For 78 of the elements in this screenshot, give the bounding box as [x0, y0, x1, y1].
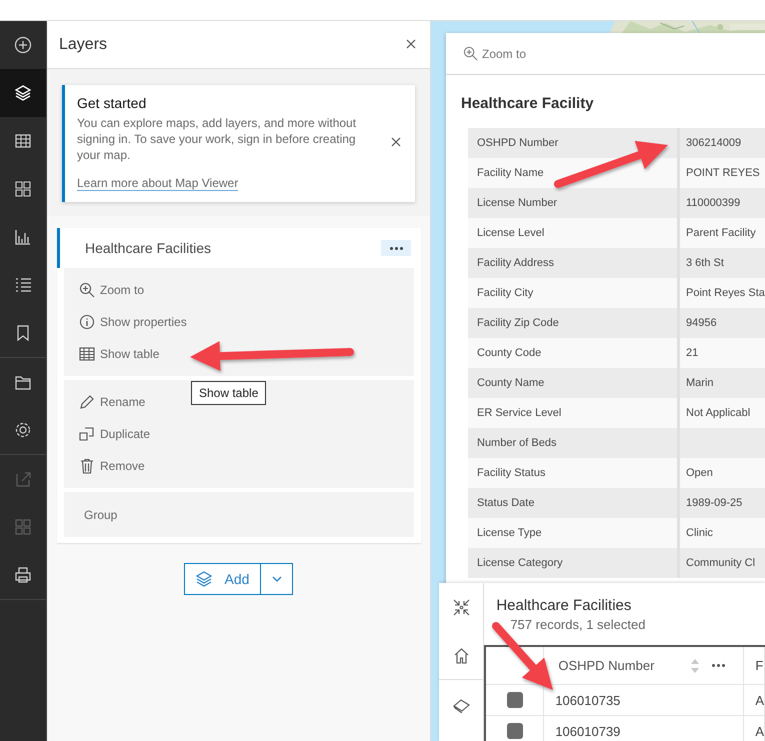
column-header: F	[755, 658, 764, 673]
field-name: License Number	[477, 197, 558, 209]
table-cell: 106010739	[544, 716, 744, 741]
field-value: Marin	[686, 377, 714, 389]
collapse-icon	[452, 598, 470, 616]
menu-item[interactable]: Group	[64, 498, 414, 531]
popup-title: Healthcare Facility	[460, 94, 595, 114]
zoom-in-icon	[79, 282, 95, 298]
layer-name: Healthcare Facilities	[85, 240, 212, 256]
zoom-to-button[interactable]: Zoom to	[463, 46, 526, 61]
menu-item[interactable]: Show table	[64, 338, 414, 370]
field-name: ER Service Level	[477, 407, 562, 419]
tooltip: Show table	[191, 381, 266, 405]
options-button[interactable]	[381, 240, 411, 256]
table-icon	[79, 346, 95, 362]
bar-chart-icon	[14, 228, 32, 246]
field-name: Facility Zip Code	[477, 317, 559, 329]
home-icon	[452, 646, 470, 664]
trash-icon	[79, 458, 95, 474]
grid-icon	[14, 518, 32, 536]
panel-title: Layers	[59, 36, 108, 54]
grid-icon	[14, 180, 32, 198]
sort-icon	[690, 658, 700, 674]
table-icon	[14, 132, 32, 150]
notice-title: Get started	[77, 95, 148, 111]
column-header: OSHPD Number	[558, 658, 654, 673]
collapse-button[interactable]	[439, 583, 484, 631]
chevron-down-icon	[272, 575, 282, 583]
list-icon	[14, 276, 32, 294]
field-value: Parent Facility	[686, 227, 756, 239]
field-value: Point Reyes Sta	[686, 287, 765, 299]
field-name: Facility Name	[477, 167, 544, 179]
field-name: County Name	[477, 377, 544, 389]
field-value: Community Cl	[686, 557, 756, 569]
pencil-icon	[79, 394, 95, 410]
field-name: Number of Beds	[477, 437, 556, 449]
field-value: 110000399	[686, 197, 740, 209]
add-icon	[14, 36, 32, 54]
field-name: OSHPD Number	[477, 137, 558, 149]
print-icon	[14, 566, 32, 584]
field-value: 306214009	[686, 137, 742, 149]
field-name: License Level	[477, 227, 544, 239]
field-value: 1989-09-25	[686, 497, 742, 509]
settings-icon	[14, 421, 32, 439]
field-name: License Category	[477, 557, 563, 569]
row-checkbox[interactable]	[506, 692, 523, 708]
row-checkbox[interactable]	[506, 723, 523, 739]
learn-more-link[interactable]: Learn more about Map Viewer	[77, 176, 238, 191]
field-value: Clinic	[686, 527, 713, 539]
layers-icon	[14, 84, 32, 102]
field-name: County Code	[477, 347, 542, 359]
duplicate-icon	[79, 426, 95, 442]
field-value: 21	[686, 347, 698, 359]
field-name: License Type	[477, 527, 542, 539]
field-name: Status Date	[477, 497, 534, 509]
close-icon	[391, 137, 401, 147]
menu-item[interactable]: Show properties	[64, 306, 414, 338]
field-name: Facility City	[477, 287, 534, 299]
field-value: 94956	[686, 317, 717, 329]
menu-item[interactable]: Duplicate	[64, 418, 414, 450]
zoom-in-icon	[463, 46, 478, 61]
record-count: 757 records, 1 selected	[509, 616, 646, 632]
menu-item[interactable]: Remove	[64, 450, 414, 482]
close-icon	[406, 38, 416, 48]
info-icon	[79, 314, 95, 330]
layers-icon	[194, 571, 213, 587]
field-name: Facility Status	[477, 467, 546, 479]
field-value: POINT REYES	[686, 167, 760, 179]
notice-text: You can explore maps, add layers, and more without signing in. To save your work, sign in before creating your map.	[77, 115, 358, 163]
table-cell: A	[744, 716, 765, 741]
table-title: Healthcare Facilities	[495, 596, 632, 614]
menu-item[interactable]: Zoom to	[64, 274, 414, 306]
field-value: 3 6th St	[686, 257, 724, 269]
field-name: Facility Address	[477, 257, 554, 269]
field-value: Open	[686, 467, 713, 479]
share-icon	[14, 470, 32, 488]
field-value: Not Applicabl	[686, 407, 750, 419]
table-cell: A	[744, 685, 765, 715]
